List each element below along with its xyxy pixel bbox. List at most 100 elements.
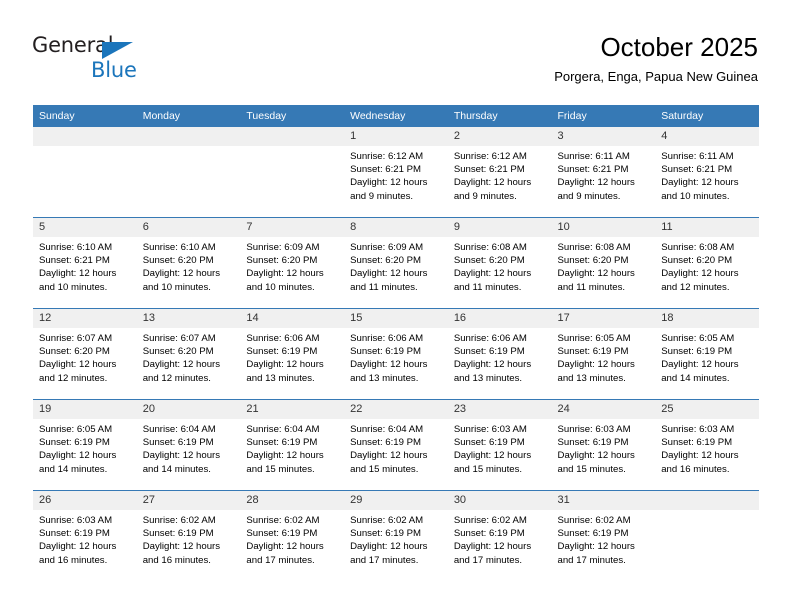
calendar-day-cell[interactable]: 20 Sunrise: 6:04 AM Sunset: 6:19 PM Dayligh… xyxy=(136,399,241,491)
sunset-time: Sunset: 6:20 PM xyxy=(39,346,110,358)
calendar-day-cell[interactable]: 29 Sunrise: 6:02 AM Sunset: 6:19 PM Dayligh… xyxy=(344,490,448,581)
daylight-duration-line2: and 10 minutes. xyxy=(246,281,315,293)
calendar-day-cell[interactable]: 17 Sunrise: 6:05 AM Sunset: 6:19 PM Dayligh… xyxy=(551,308,656,400)
calendar-day-cell[interactable]: 23 Sunrise: 6:03 AM Sunset: 6:19 PM Dayligh… xyxy=(447,399,552,491)
day-details: Sunrise: 6:10 AM Sunset: 6:20 PM Daylight:… xyxy=(137,237,241,294)
calendar-day-cell[interactable]: 3 Sunrise: 6:11 AM Sunset: 6:21 PM Daylight… xyxy=(551,127,656,218)
day-details: Sunrise: 6:02 AM Sunset: 6:19 PM Daylight:… xyxy=(240,510,344,567)
calendar-day-cell[interactable]: 7 Sunrise: 6:09 AM Sunset: 6:20 PM Daylight… xyxy=(240,217,345,309)
day-details: Sunrise: 6:06 AM Sunset: 6:19 PM Daylight:… xyxy=(240,328,344,385)
daylight-duration-line1: Daylight: 12 hours xyxy=(557,177,635,189)
calendar-day-cell[interactable]: 11 Sunrise: 6:08 AM Sunset: 6:20 PM Dayligh… xyxy=(655,217,759,309)
day-number: 13 xyxy=(136,309,241,328)
calendar-day-cell[interactable]: 4 Sunrise: 6:11 AM Sunset: 6:21 PM Daylight… xyxy=(655,127,759,218)
calendar-day-cell[interactable]: 31 Sunrise: 6:02 AM Sunset: 6:19 PM Dayligh… xyxy=(551,490,656,581)
day-cell-inner: 28 Sunrise: 6:02 AM Sunset: 6:19 PM Dayligh… xyxy=(240,491,345,581)
day-details: Sunrise: 6:08 AM Sunset: 6:20 PM Daylight:… xyxy=(448,237,552,294)
calendar-day-cell[interactable]: 10 Sunrise: 6:08 AM Sunset: 6:20 PM Dayligh… xyxy=(551,217,656,309)
day-number: 22 xyxy=(344,400,448,419)
calendar-day-cell[interactable]: 27 Sunrise: 6:02 AM Sunset: 6:19 PM Dayligh… xyxy=(136,490,241,581)
daylight-duration-line2: and 17 minutes. xyxy=(453,554,523,566)
daylight-duration-line1: Daylight: 12 hours xyxy=(350,177,428,189)
sunrise-time: Sunrise: 6:12 AM xyxy=(350,151,424,162)
day-details: Sunrise: 6:05 AM Sunset: 6:19 PM Daylight:… xyxy=(552,328,656,385)
calendar-day-cell[interactable]: 26 Sunrise: 6:03 AM Sunset: 6:19 PM Dayligh… xyxy=(33,490,137,581)
calendar-day-cell[interactable]: 12 Sunrise: 6:07 AM Sunset: 6:20 PM Dayligh… xyxy=(33,308,137,400)
daylight-duration-line2: and 14 minutes. xyxy=(142,463,211,475)
daylight-duration-line1: Daylight: 12 hours xyxy=(350,268,428,280)
day-number: 15 xyxy=(344,309,448,328)
daylight-duration-line2: and 16 minutes. xyxy=(142,554,211,566)
daylight-duration-line1: Daylight: 12 hours xyxy=(453,268,532,280)
calendar-day-cell[interactable]: 19 Sunrise: 6:05 AM Sunset: 6:19 PM Dayligh… xyxy=(33,399,137,491)
calendar-day-cell[interactable]: 14 Sunrise: 6:06 AM Sunset: 6:19 PM Dayligh… xyxy=(240,308,345,400)
calendar-day-cell[interactable]: 25 Sunrise: 6:03 AM Sunset: 6:19 PM Dayligh… xyxy=(655,399,759,491)
daylight-duration-line1: Daylight: 12 hours xyxy=(661,177,739,189)
calendar-day-cell[interactable]: 16 Sunrise: 6:06 AM Sunset: 6:19 PM Dayligh… xyxy=(447,308,552,400)
sunrise-time: Sunrise: 6:12 AM xyxy=(453,151,527,162)
sunset-time: Sunset: 6:20 PM xyxy=(661,255,733,267)
day-cell-inner: 31 Sunrise: 6:02 AM Sunset: 6:19 PM Dayligh… xyxy=(551,491,656,581)
sunset-time: Sunset: 6:20 PM xyxy=(350,255,422,267)
day-details: Sunrise: 6:02 AM Sunset: 6:19 PM Daylight:… xyxy=(137,510,241,567)
day-cell-inner: 11 Sunrise: 6:08 AM Sunset: 6:20 PM Dayligh… xyxy=(655,218,759,308)
calendar-day-cell[interactable]: 22 Sunrise: 6:04 AM Sunset: 6:19 PM Dayligh… xyxy=(344,399,448,491)
day-cell-inner: 3 Sunrise: 6:11 AM Sunset: 6:21 PM Daylight… xyxy=(551,127,656,217)
day-details: Sunrise: 6:04 AM Sunset: 6:19 PM Daylight:… xyxy=(137,419,241,476)
daylight-duration-line2: and 11 minutes. xyxy=(350,281,418,293)
general-blue-logo[interactable]: General Blue xyxy=(32,33,212,85)
day-number xyxy=(33,127,137,146)
sunset-time: Sunset: 6:19 PM xyxy=(350,528,422,540)
day-cell-inner: 2 Sunrise: 6:12 AM Sunset: 6:21 PM Daylight… xyxy=(447,127,552,217)
day-cell-inner xyxy=(655,491,759,581)
sunset-time: Sunset: 6:19 PM xyxy=(39,437,110,449)
daylight-duration-line1: Daylight: 12 hours xyxy=(142,268,221,280)
calendar-header-row: Sunday Monday Tuesday Wednesday Thursday Frid… xyxy=(33,105,759,127)
daylight-duration-line1: Daylight: 12 hours xyxy=(453,177,532,189)
sunrise-time: Sunrise: 6:04 AM xyxy=(246,424,320,435)
daylight-duration-line1: Daylight: 12 hours xyxy=(39,268,117,280)
title-block: October 2025 Porgera, Enga, Papua New Gu… xyxy=(554,31,758,85)
calendar-day-cell[interactable]: 28 Sunrise: 6:02 AM Sunset: 6:19 PM Dayligh… xyxy=(240,490,345,581)
day-number: 30 xyxy=(447,491,552,510)
sunrise-time: Sunrise: 6:10 AM xyxy=(142,242,216,253)
daylight-duration-line2: and 12 minutes. xyxy=(142,372,211,384)
sunrise-time: Sunrise: 6:03 AM xyxy=(557,424,631,435)
sunrise-time: Sunrise: 6:08 AM xyxy=(453,242,527,253)
calendar-day-cell[interactable]: 15 Sunrise: 6:06 AM Sunset: 6:19 PM Dayligh… xyxy=(344,308,448,400)
daylight-duration-line2: and 12 minutes. xyxy=(661,281,730,293)
calendar-day-cell[interactable]: 1 Sunrise: 6:12 AM Sunset: 6:21 PM Daylight… xyxy=(344,127,448,218)
sunset-time: Sunset: 6:19 PM xyxy=(557,346,629,358)
calendar-day-cell[interactable]: 24 Sunrise: 6:03 AM Sunset: 6:19 PM Dayligh… xyxy=(551,399,656,491)
calendar-day-cell[interactable]: 13 Sunrise: 6:07 AM Sunset: 6:20 PM Dayligh… xyxy=(136,308,241,400)
calendar-day-cell[interactable]: 6 Sunrise: 6:10 AM Sunset: 6:20 PM Daylight… xyxy=(136,217,241,309)
daylight-duration-line2: and 16 minutes. xyxy=(39,554,108,566)
day-number: 18 xyxy=(655,309,759,328)
daylight-duration-line2: and 12 minutes. xyxy=(39,372,108,384)
sunset-time: Sunset: 6:19 PM xyxy=(246,528,318,540)
calendar-day-cell[interactable]: 18 Sunrise: 6:05 AM Sunset: 6:19 PM Dayligh… xyxy=(655,308,759,400)
sunrise-time: Sunrise: 6:02 AM xyxy=(246,515,320,526)
sunset-time: Sunset: 6:19 PM xyxy=(557,528,629,540)
day-number: 3 xyxy=(551,127,656,146)
day-details: Sunrise: 6:02 AM Sunset: 6:19 PM Daylight:… xyxy=(344,510,448,567)
sunset-time: Sunset: 6:21 PM xyxy=(453,164,525,176)
calendar-day-cell[interactable]: 21 Sunrise: 6:04 AM Sunset: 6:19 PM Dayligh… xyxy=(240,399,345,491)
day-cell-inner: 26 Sunrise: 6:03 AM Sunset: 6:19 PM Dayligh… xyxy=(33,491,137,581)
calendar-day-cell[interactable]: 8 Sunrise: 6:09 AM Sunset: 6:20 PM Daylight… xyxy=(344,217,448,309)
day-cell-inner: 30 Sunrise: 6:02 AM Sunset: 6:19 PM Dayligh… xyxy=(447,491,552,581)
sunrise-time: Sunrise: 6:03 AM xyxy=(661,424,735,435)
day-number: 24 xyxy=(551,400,656,419)
day-number: 26 xyxy=(33,491,137,510)
weekday-header-sunday: Sunday xyxy=(33,105,137,127)
sunrise-time: Sunrise: 6:06 AM xyxy=(453,333,527,344)
day-number: 8 xyxy=(344,218,448,237)
weekday-header-tuesday: Tuesday xyxy=(240,105,345,127)
day-details: Sunrise: 6:08 AM Sunset: 6:20 PM Daylight:… xyxy=(552,237,656,294)
calendar-day-cell[interactable]: 9 Sunrise: 6:08 AM Sunset: 6:20 PM Daylight… xyxy=(447,217,552,309)
calendar-day-cell[interactable]: 2 Sunrise: 6:12 AM Sunset: 6:21 PM Daylight… xyxy=(447,127,552,218)
calendar-day-cell[interactable]: 5 Sunrise: 6:10 AM Sunset: 6:21 PM Daylight… xyxy=(33,217,137,309)
calendar-day-cell[interactable]: 30 Sunrise: 6:02 AM Sunset: 6:19 PM Dayligh… xyxy=(447,490,552,581)
day-number: 10 xyxy=(551,218,656,237)
daylight-duration-line2: and 10 minutes. xyxy=(39,281,108,293)
